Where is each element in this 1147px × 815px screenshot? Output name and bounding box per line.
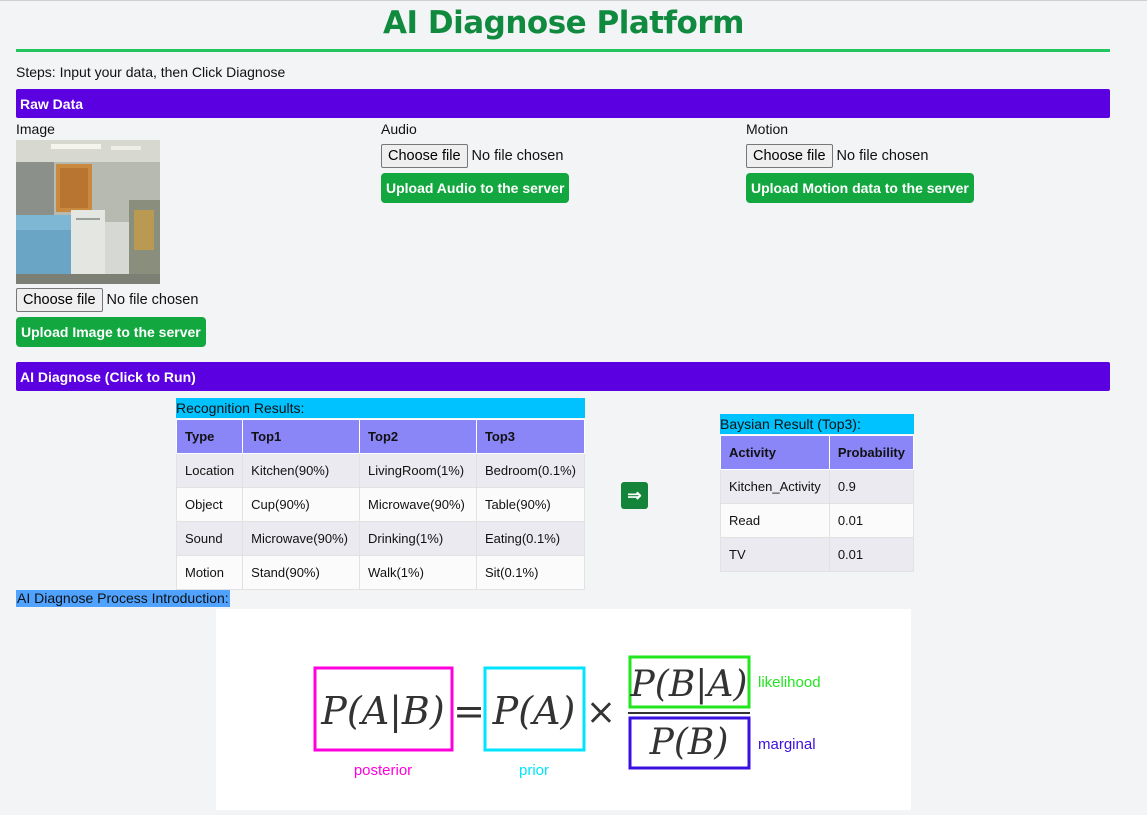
table-cell: Walk(1%): [359, 555, 477, 590]
raw-data-section-bar: Raw Data: [16, 89, 1110, 118]
table-cell: Object: [175, 487, 244, 522]
column-header: Type: [175, 419, 244, 454]
table-row: Object Cup(90%) Microwave(90%) Table(90%…: [175, 487, 586, 522]
steps-instruction: Steps: Input your data, then Click Diagn…: [16, 64, 286, 80]
posterior-term: P(A|B): [320, 689, 444, 733]
kitchen-photo: [16, 140, 160, 284]
table-cell: TV: [720, 537, 830, 572]
table-row: Read 0.01: [720, 503, 915, 538]
table-header-row: Type Top1 Top2 Top3: [175, 419, 586, 454]
table-cell: Table(90%): [475, 487, 586, 522]
prior-term: P(A): [492, 689, 576, 733]
audio-label: Audio: [381, 121, 417, 137]
image-label: Image: [16, 121, 55, 137]
image-file-status: No file chosen: [106, 292, 199, 308]
equals-sign: =: [453, 689, 485, 733]
bayesian-table: Activity Probability Kitchen_Activity 0.…: [720, 435, 915, 572]
image-file-picker: Choose file No file chosen: [16, 288, 198, 312]
recognition-caption: Recognition Results:: [176, 398, 585, 418]
bayes-formula: P(A|B) = P(A) × P(B|A) P(B) posterior pr…: [313, 655, 821, 779]
page-title: AI Diagnose Platform: [383, 5, 744, 41]
upload-image-button[interactable]: Upload Image to the server: [16, 317, 206, 347]
title-divider: [16, 49, 1110, 52]
motion-file-status: No file chosen: [836, 148, 929, 164]
table-cell: Eating(0.1%): [475, 521, 586, 556]
column-header: Top2: [359, 419, 477, 454]
table-cell: Drinking(1%): [359, 521, 477, 556]
likelihood-term: P(B|A): [630, 664, 748, 705]
bayes-formula-image: P(A|B) = P(A) × P(B|A) P(B) posterior pr…: [216, 609, 911, 810]
motion-choose-file-button[interactable]: Choose file: [746, 144, 833, 168]
bayesian-caption: Baysian Result (Top3):: [720, 414, 914, 434]
motion-label: Motion: [746, 121, 789, 137]
times-sign: ×: [586, 692, 616, 733]
table-row: Motion Stand(90%) Walk(1%) Sit(0.1%): [175, 555, 586, 590]
table-cell: Kitchen(90%): [242, 453, 361, 488]
image-preview: [16, 140, 160, 284]
table-cell: Cup(90%): [242, 487, 361, 522]
column-header: Top3: [475, 419, 586, 454]
likelihood-label: likelihood: [758, 674, 821, 691]
prior-label: prior: [519, 762, 549, 779]
table-row: Kitchen_Activity 0.9: [720, 469, 915, 504]
table-cell: Stand(90%): [242, 555, 361, 590]
motion-file-picker: Choose file No file chosen: [746, 144, 928, 168]
table-row: Sound Microwave(90%) Drinking(1%) Eating…: [175, 521, 586, 556]
table-row: TV 0.01: [720, 537, 915, 572]
table-cell: 0.01: [828, 503, 915, 538]
table-cell: Microwave(90%): [359, 487, 477, 522]
upload-motion-button[interactable]: Upload Motion data to the server: [746, 173, 974, 203]
audio-file-picker: Choose file No file chosen: [381, 144, 563, 168]
table-header-row: Activity Probability: [720, 435, 915, 470]
table-cell: Read: [720, 503, 830, 538]
table-cell: Sound: [175, 521, 244, 556]
table-cell: Microwave(90%): [242, 521, 361, 556]
marginal-term: P(B): [649, 722, 729, 763]
arrow-right-icon[interactable]: ⇒: [621, 482, 648, 509]
table-cell: Sit(0.1%): [475, 555, 586, 590]
upload-audio-button[interactable]: Upload Audio to the server: [381, 173, 570, 203]
table-cell: Kitchen_Activity: [720, 469, 830, 504]
recognition-table: Type Top1 Top2 Top3 Location Kitchen(90%…: [175, 419, 586, 590]
column-header: Probability: [828, 435, 915, 470]
marginal-label: marginal: [758, 736, 816, 753]
ai-diagnose-run-bar[interactable]: AI Diagnose (Click to Run): [16, 362, 1110, 391]
image-choose-file-button[interactable]: Choose file: [16, 288, 103, 312]
posterior-label: posterior: [354, 762, 412, 779]
table-row: Location Kitchen(90%) LivingRoom(1%) Bed…: [175, 453, 586, 488]
audio-file-status: No file chosen: [471, 148, 564, 164]
table-cell: 0.9: [828, 469, 915, 504]
column-header: Activity: [720, 435, 830, 470]
table-cell: 0.01: [828, 537, 915, 572]
table-cell: Bedroom(0.1%): [475, 453, 586, 488]
table-cell: Motion: [175, 555, 244, 590]
table-cell: LivingRoom(1%): [359, 453, 477, 488]
intro-label: AI Diagnose Process Introduction:: [16, 590, 230, 607]
column-header: Top1: [242, 419, 361, 454]
audio-choose-file-button[interactable]: Choose file: [381, 144, 468, 168]
table-cell: Location: [175, 453, 244, 488]
